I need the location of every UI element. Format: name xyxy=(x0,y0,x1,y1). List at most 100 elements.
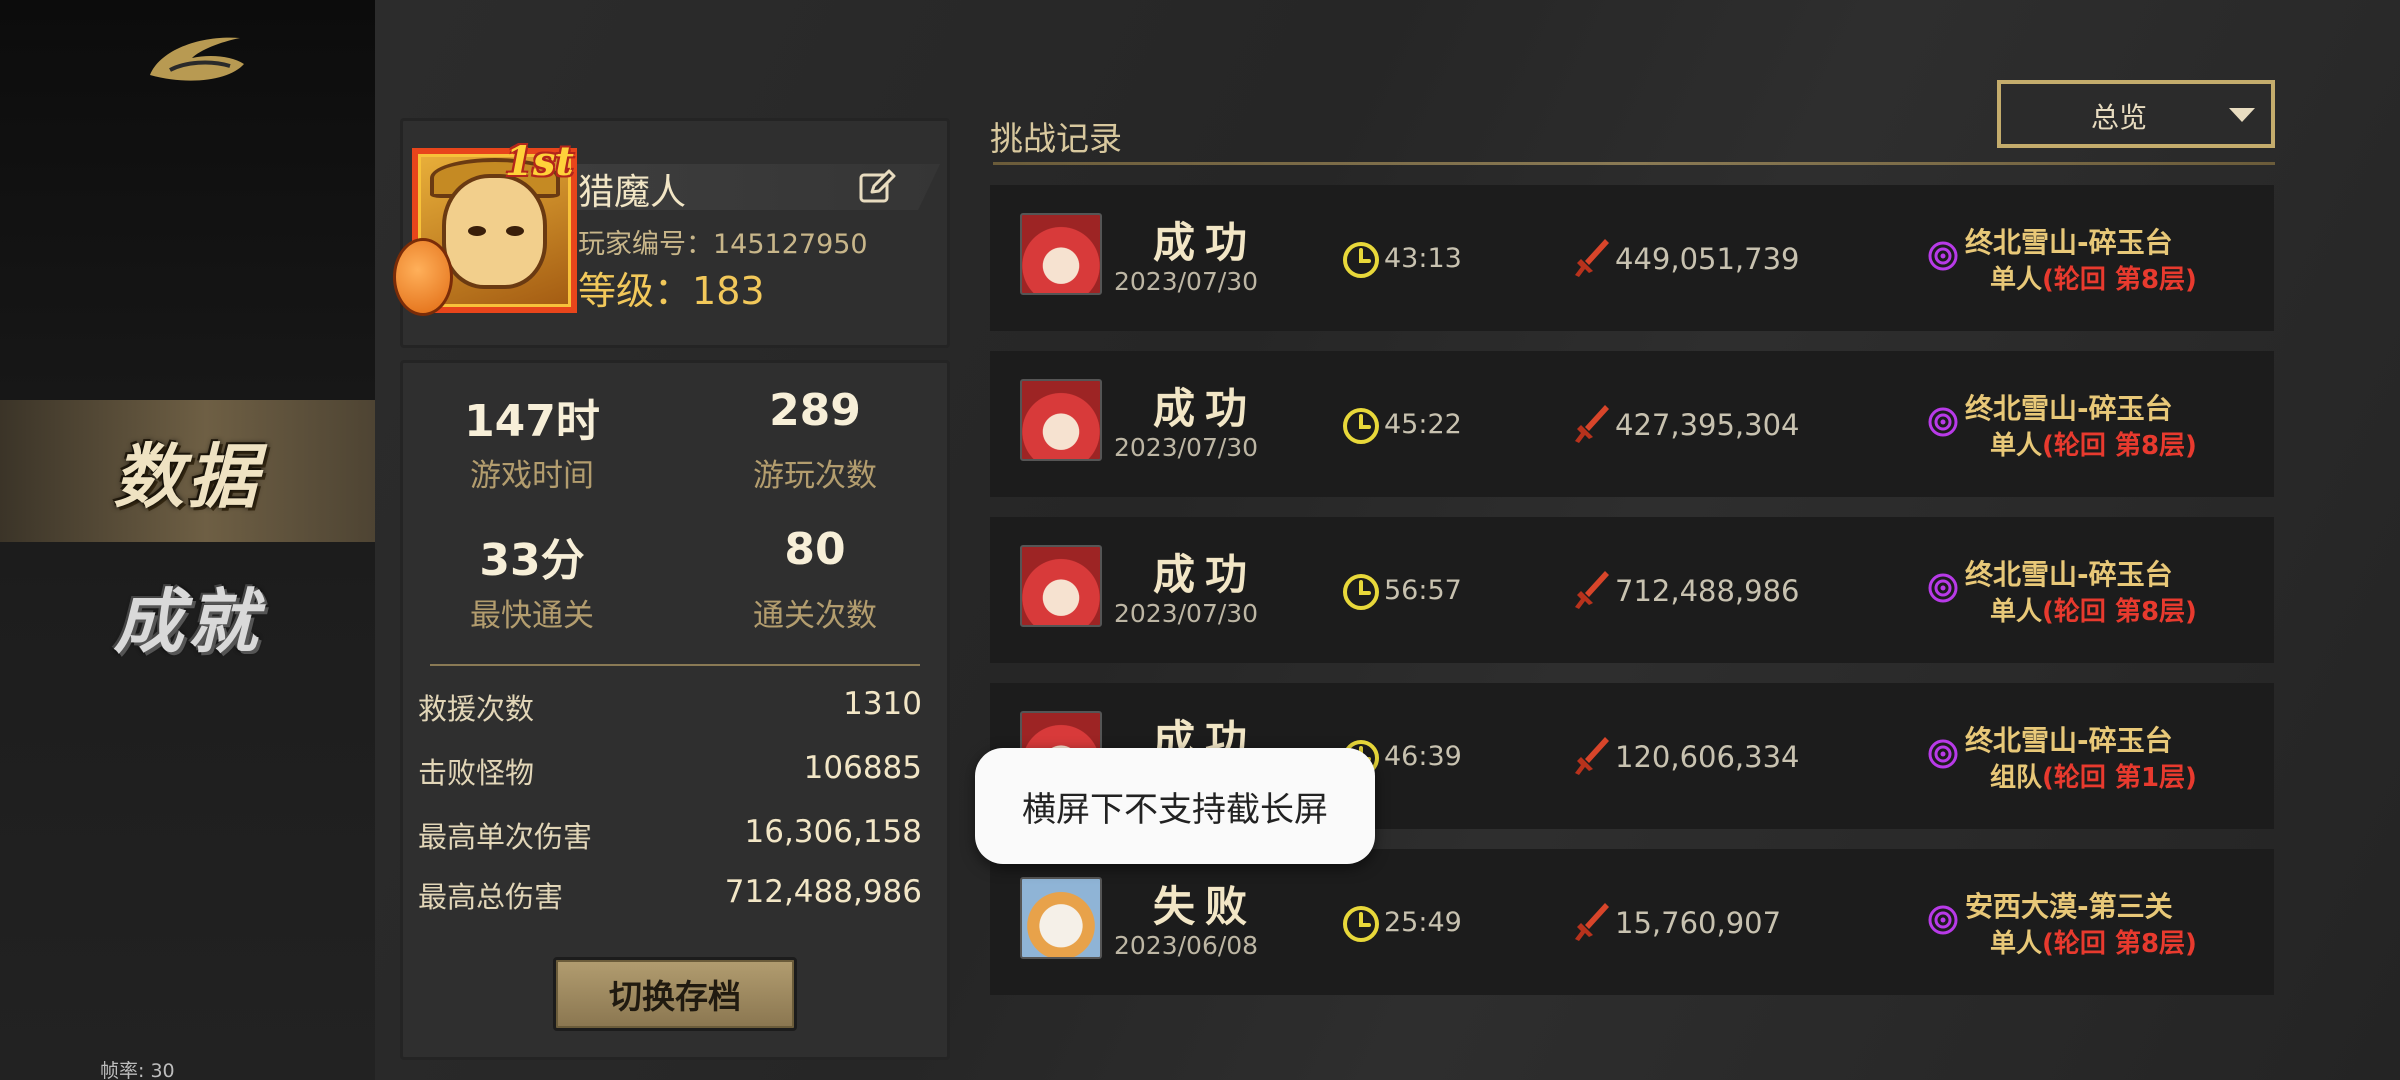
spiral-icon xyxy=(1928,905,1958,935)
record-result: 成功 xyxy=(1152,218,1257,267)
record-date: 2023/06/08 xyxy=(1114,931,1259,960)
stat-kills-value: 106885 xyxy=(803,750,922,786)
record-mode-type: 单人 xyxy=(1990,265,2043,295)
stat-rescue-value: 1310 xyxy=(843,686,922,722)
fps-counter: 帧率: 30 xyxy=(100,1060,175,1080)
sword-icon xyxy=(1575,239,1609,277)
record-mode-cycle: (轮回 第8层) xyxy=(2042,265,2197,295)
stat-max-hit-value: 16,306,158 xyxy=(744,814,923,850)
record-stage: 安西大漠-第三关 xyxy=(1965,890,2173,923)
record-mode: 单人(轮回 第8层) xyxy=(1990,425,2197,462)
player-level-value: 183 xyxy=(692,269,765,313)
record-date: 2023/07/30 xyxy=(1114,599,1259,628)
record-date: 2023/07/30 xyxy=(1114,433,1259,462)
record-mode-type: 单人 xyxy=(1990,597,2043,627)
stat-max-hit-label: 最高单次伤害 xyxy=(418,820,593,854)
player-id-value: 145127950 xyxy=(713,229,868,260)
record-time: 56:57 xyxy=(1384,575,1462,606)
record-avatar xyxy=(1020,379,1102,461)
spiral-icon xyxy=(1928,739,1958,769)
spiral-icon xyxy=(1928,407,1958,437)
stat-play-time-value: 147时 xyxy=(464,396,600,447)
record-damage: 449,051,739 xyxy=(1615,242,1800,276)
stat-play-count-value: 289 xyxy=(769,385,861,436)
record-damage: 712,488,986 xyxy=(1615,574,1800,608)
player-level: 等级：183 xyxy=(578,260,765,315)
record-stage: 终北雪山-碎玉台 xyxy=(1965,724,2173,757)
avatar-eye xyxy=(506,226,524,236)
pet-icon xyxy=(393,238,453,316)
player-id-label: 玩家编号： xyxy=(578,229,713,260)
record-row[interactable]: 成功 2023/07/30 56:57 712,488,986 终北雪山-碎玉台… xyxy=(990,517,2274,663)
record-damage: 427,395,304 xyxy=(1615,408,1800,442)
record-row[interactable]: 失败 2023/06/08 25:49 15,760,907 安西大漠-第三关 … xyxy=(990,849,2274,995)
record-avatar xyxy=(1020,877,1102,959)
records-divider xyxy=(993,162,2275,165)
record-date: 2023/07/30 xyxy=(1114,267,1259,296)
sword-icon xyxy=(1575,405,1609,443)
stat-max-total-label: 最高总伤害 xyxy=(418,880,564,914)
record-mode: 单人(轮回 第8层) xyxy=(1990,259,2197,296)
record-row[interactable]: 成功 2023/07/30 43:13 449,051,739 终北雪山-碎玉台… xyxy=(990,185,2274,331)
record-mode-type: 单人 xyxy=(1990,431,2043,461)
chevron-down-icon xyxy=(2229,108,2255,122)
stat-fastest-clear-label: 最快通关 xyxy=(470,598,594,634)
clock-icon xyxy=(1343,574,1379,610)
spiral-icon xyxy=(1928,573,1958,603)
stat-kills-label: 击败怪物 xyxy=(418,756,535,790)
record-avatar xyxy=(1020,213,1102,295)
toast-message: 横屏下不支持截长屏 xyxy=(975,748,1375,864)
record-mode-type: 单人 xyxy=(1990,929,2043,959)
record-mode-cycle: (轮回 第8层) xyxy=(2042,597,2197,627)
stat-rescue-label: 救援次数 xyxy=(418,692,535,726)
edit-icon[interactable] xyxy=(858,168,896,206)
clock-icon xyxy=(1343,242,1379,278)
record-damage: 120,606,334 xyxy=(1615,740,1800,774)
stat-clear-count-value: 80 xyxy=(784,524,846,575)
record-row[interactable]: 成功 2023/07/30 45:22 427,395,304 终北雪山-碎玉台… xyxy=(990,351,2274,497)
record-mode: 组队(轮回 第1层) xyxy=(1990,757,2197,794)
record-stage: 终北雪山-碎玉台 xyxy=(1965,392,2173,425)
filter-dropdown[interactable]: 总览 xyxy=(1997,80,2275,148)
record-time: 46:39 xyxy=(1384,741,1462,772)
record-time: 25:49 xyxy=(1384,907,1462,938)
record-stage: 终北雪山-碎玉台 xyxy=(1965,558,2173,591)
avatar-face xyxy=(442,174,547,289)
clock-icon xyxy=(1343,408,1379,444)
nav-item-achievements[interactable]: 成就 xyxy=(0,545,375,687)
player-level-label: 等级： xyxy=(578,269,693,313)
sword-icon xyxy=(1575,571,1609,609)
spiral-icon xyxy=(1928,241,1958,271)
record-time: 45:22 xyxy=(1384,409,1462,440)
record-mode-cycle: (轮回 第8层) xyxy=(2042,929,2197,959)
record-time: 43:13 xyxy=(1384,243,1462,274)
rank-badge: 1st xyxy=(505,138,574,185)
player-name: 猎魔人 xyxy=(578,172,687,213)
record-mode-cycle: (轮回 第8层) xyxy=(2042,431,2197,461)
record-result: 失败 xyxy=(1152,882,1257,931)
avatar-eye xyxy=(468,226,486,236)
record-result: 成功 xyxy=(1152,550,1257,599)
record-damage: 15,760,907 xyxy=(1615,906,1782,940)
nav-item-data[interactable]: 数据 xyxy=(0,400,375,542)
record-mode-cycle: (轮回 第1层) xyxy=(2042,763,2197,793)
record-avatar xyxy=(1020,545,1102,627)
player-id: 玩家编号：145127950 xyxy=(578,222,868,261)
record-mode: 单人(轮回 第8层) xyxy=(1990,591,2197,628)
stat-play-count-label: 游玩次数 xyxy=(753,458,877,494)
sidebar: 数据 成就 帧率: 30 xyxy=(0,0,375,1080)
clock-icon xyxy=(1343,906,1379,942)
stat-fastest-clear-value: 33分 xyxy=(479,535,585,586)
stat-clear-count-label: 通关次数 xyxy=(753,598,877,634)
filter-label: 总览 xyxy=(2091,101,2148,134)
record-result: 成功 xyxy=(1152,384,1257,433)
stat-play-time-label: 游戏时间 xyxy=(470,458,594,494)
stats-divider xyxy=(430,664,920,666)
record-mode-type: 组队 xyxy=(1990,763,2043,793)
sword-icon xyxy=(1575,903,1609,941)
switch-save-button[interactable]: 切换存档 xyxy=(553,957,797,1031)
game-logo-icon xyxy=(150,37,244,81)
stat-max-total-value: 712,488,986 xyxy=(724,874,922,910)
record-stage: 终北雪山-碎玉台 xyxy=(1965,226,2173,259)
records-title: 挑战记录 xyxy=(990,119,1122,158)
